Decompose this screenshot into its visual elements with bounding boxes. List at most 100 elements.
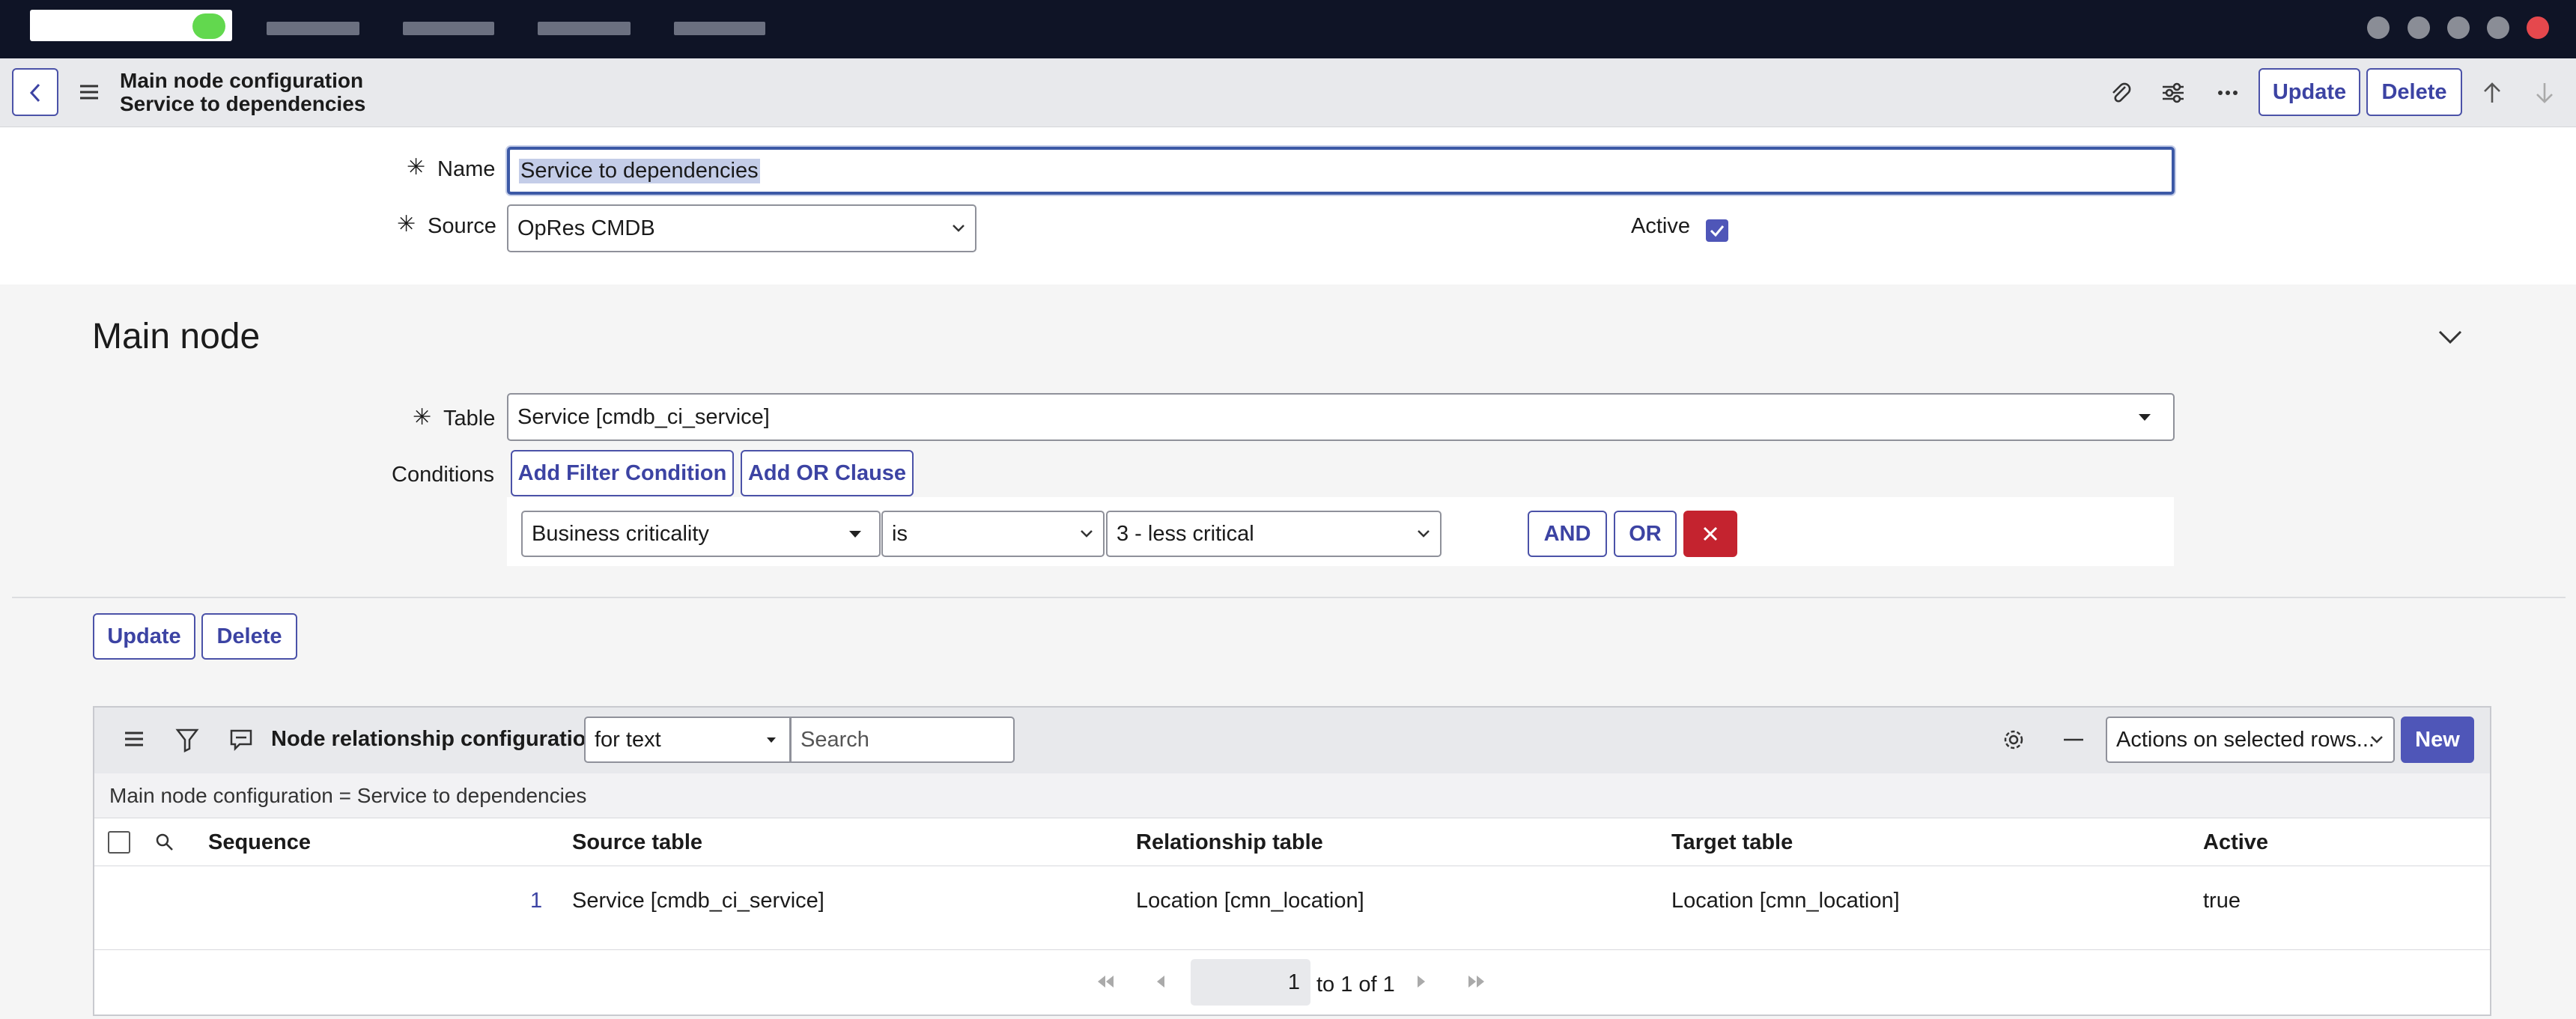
nav-menu-item[interactable] — [674, 22, 765, 35]
condition-value-select[interactable]: 3 - less critical — [1106, 511, 1442, 557]
header-delete-button[interactable]: Delete — [2366, 68, 2462, 116]
window-button[interactable] — [2408, 16, 2430, 39]
delete-condition-button[interactable] — [1683, 511, 1737, 557]
column-header-source-table[interactable]: Source table — [572, 830, 702, 855]
comment-icon[interactable] — [229, 728, 253, 751]
next-page-icon[interactable] — [1414, 973, 1429, 991]
and-button[interactable]: AND — [1528, 511, 1607, 557]
window-button[interactable] — [2447, 16, 2470, 39]
required-asterisk-icon: ✳ — [413, 405, 432, 430]
current-page-value: 1 — [1287, 970, 1300, 994]
column-header-target-table[interactable]: Target table — [1671, 830, 1793, 855]
column-headers: Sequence Source table Relationship table… — [94, 818, 2490, 866]
required-asterisk-icon: ✳ — [407, 155, 426, 180]
condition-field-select[interactable]: Business criticality — [521, 511, 881, 557]
select-all-checkbox[interactable] — [108, 831, 130, 854]
chevron-down-icon — [953, 225, 965, 232]
status-indicator — [192, 13, 225, 39]
more-options-icon[interactable] — [2213, 78, 2243, 108]
close-window-button[interactable] — [2527, 16, 2549, 39]
new-button[interactable]: New — [2401, 717, 2474, 763]
settings-sliders-icon[interactable] — [2158, 78, 2188, 108]
condition-row: Business criticality is 3 - less critica… — [507, 497, 2174, 566]
chevron-down-icon — [2371, 736, 2383, 743]
search-input-placeholder: Search — [801, 727, 869, 752]
source-select-value: OpRes CMDB — [517, 216, 655, 240]
active-checkbox[interactable] — [1706, 219, 1728, 242]
actions-select[interactable]: Actions on selected rows... — [2106, 717, 2395, 763]
column-header-relationship-table[interactable]: Relationship table — [1136, 830, 1323, 855]
caret-down-icon — [767, 737, 776, 743]
breadcrumb-text[interactable]: Main node configuration = Service to dep… — [109, 784, 586, 808]
cell-sequence[interactable]: 1 — [530, 889, 542, 913]
column-header-active[interactable]: Active — [2203, 830, 2268, 855]
close-icon — [1703, 526, 1718, 541]
add-or-clause-button[interactable]: Add OR Clause — [741, 450, 914, 496]
page-title-line1: Main node configuration — [120, 69, 364, 92]
back-button[interactable] — [12, 68, 58, 116]
condition-field-value: Business criticality — [532, 521, 709, 546]
form-update-button[interactable]: Update — [93, 613, 195, 660]
column-header-sequence[interactable]: Sequence — [208, 830, 311, 855]
page-title-line2: Service to dependencies — [120, 92, 366, 115]
list-header: Node relationship configurations for tex… — [94, 708, 2490, 773]
active-label: Active — [1631, 214, 1690, 238]
caret-down-icon — [849, 531, 861, 538]
nav-menu-item[interactable] — [403, 22, 494, 35]
page-number-input[interactable]: 1 — [1191, 959, 1310, 1006]
cell-target-table: Location [cmn_location] — [1671, 889, 1900, 913]
search-icon[interactable] — [154, 832, 175, 853]
pagination: 1 to 1 of 1 — [94, 950, 2490, 1015]
hamburger-menu-icon[interactable] — [78, 83, 100, 101]
add-filter-condition-button[interactable]: Add Filter Condition — [511, 450, 734, 496]
search-field-value: for text — [595, 727, 661, 752]
cell-relationship-table: Location [cmn_location] — [1136, 889, 1364, 913]
arrow-up-icon[interactable] — [2477, 78, 2507, 108]
name-label: Name — [437, 157, 496, 181]
form-header: Main node configuration Service to depen… — [0, 58, 2576, 127]
nav-menu-item[interactable] — [538, 22, 631, 35]
condition-operator-select[interactable]: is — [881, 511, 1105, 557]
page-title: Main node configuration Service to depen… — [120, 69, 365, 115]
cell-active: true — [2203, 889, 2241, 913]
filter-icon[interactable] — [175, 727, 199, 752]
window-button[interactable] — [2487, 16, 2509, 39]
source-select[interactable]: OpRes CMDB — [507, 204, 976, 252]
paperclip-icon[interactable] — [2106, 78, 2136, 108]
search-input[interactable]: Search — [790, 717, 1015, 763]
condition-value-text: 3 - less critical — [1117, 521, 1254, 546]
conditions-label: Conditions — [392, 463, 495, 487]
table-select[interactable]: Service [cmdb_ci_service] — [507, 393, 2175, 441]
gear-icon[interactable] — [2001, 727, 2026, 752]
arrow-down-icon[interactable] — [2530, 78, 2560, 108]
filter-breadcrumb: Main node configuration = Service to dep… — [94, 773, 2490, 818]
search-field-select[interactable]: for text — [584, 717, 791, 763]
required-asterisk-icon: ✳ — [397, 212, 416, 237]
table-select-value: Service [cmdb_ci_service] — [517, 404, 770, 429]
window-button[interactable] — [2367, 16, 2390, 39]
previous-page-icon[interactable] — [1153, 973, 1168, 991]
first-page-icon[interactable] — [1095, 973, 1117, 991]
condition-operator-value: is — [892, 521, 908, 546]
chevron-left-icon — [29, 83, 40, 103]
node-relationship-list: Node relationship configurations for tex… — [93, 706, 2491, 1016]
or-button[interactable]: OR — [1614, 511, 1677, 557]
chevron-down-icon — [1081, 530, 1093, 538]
chevron-down-icon — [1418, 530, 1430, 538]
collapse-chevron-icon[interactable] — [2437, 328, 2464, 346]
form-fields-section: ✳ Name Service to dependencies ✳ Source … — [0, 127, 2576, 285]
hamburger-menu-icon[interactable] — [123, 730, 145, 748]
last-page-icon[interactable] — [1465, 973, 1487, 991]
page-range-text: to 1 of 1 — [1316, 973, 1395, 997]
minimize-icon[interactable] — [2062, 736, 2085, 743]
source-label: Source — [428, 214, 496, 238]
caret-down-icon — [2139, 414, 2151, 421]
cell-source-table: Service [cmdb_ci_service] — [572, 889, 824, 913]
name-input[interactable]: Service to dependencies — [507, 147, 2175, 195]
header-update-button[interactable]: Update — [2258, 68, 2360, 116]
form-delete-button[interactable]: Delete — [201, 613, 297, 660]
nav-menu-item[interactable] — [267, 22, 359, 35]
table-row: 1 Service [cmdb_ci_service] Location [cm… — [94, 866, 2490, 950]
list-title: Node relationship configurations — [271, 727, 612, 751]
top-navigation-bar — [0, 0, 2576, 58]
